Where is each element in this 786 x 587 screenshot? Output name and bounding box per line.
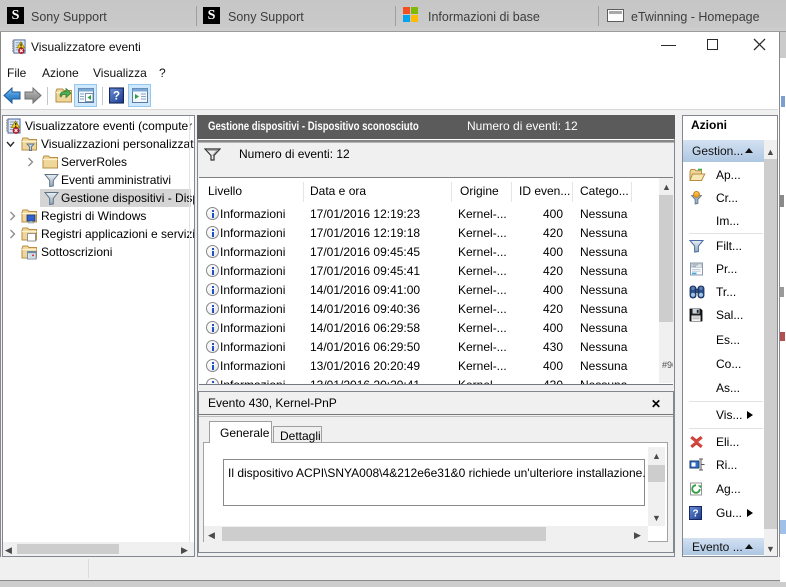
svg-text:?: ? <box>113 91 120 103</box>
svg-text:?: ? <box>692 508 698 519</box>
